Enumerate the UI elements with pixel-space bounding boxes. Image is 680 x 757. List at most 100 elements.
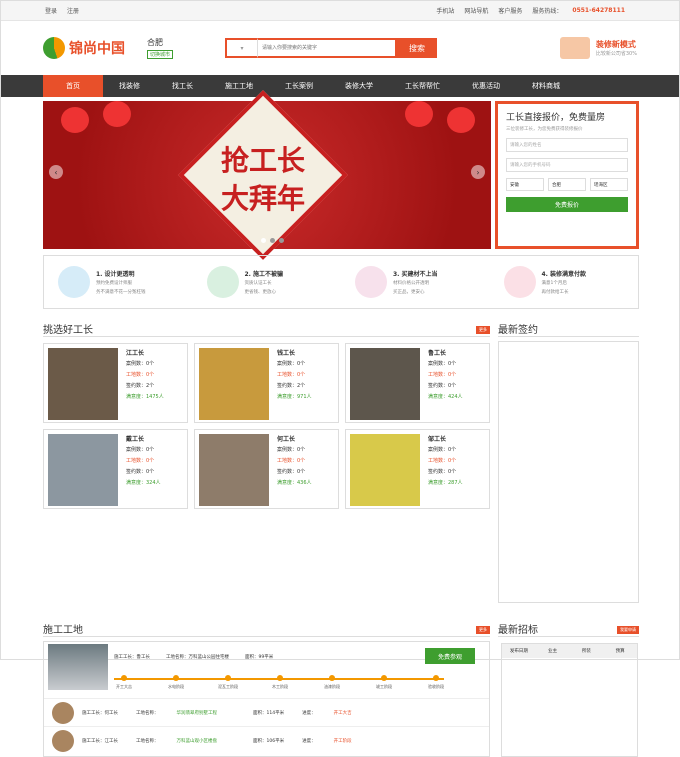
row-site-link[interactable]: 万科蓝山观小区楼盘 — [177, 739, 218, 744]
row-area: 面积：114平米 — [253, 710, 285, 716]
lantern-icon — [405, 101, 433, 127]
search-button[interactable]: 搜索 — [397, 38, 438, 58]
case-count: 案例数：0个 — [428, 447, 457, 453]
foreman-name: 鲁工长 — [428, 350, 447, 357]
satisfaction: 满意度：287人 — [428, 480, 463, 486]
nav-university[interactable]: 装修大学 — [329, 75, 389, 97]
nav-mall[interactable]: 材料商城 — [516, 75, 576, 97]
feature-title: 2. 施工不被骗 — [244, 270, 284, 278]
site-name: 工地名称：万科蓝山公园住宅楼 — [166, 655, 229, 660]
bid-table: 发布日期 业主 所装 预算 — [501, 643, 638, 757]
column-header: 预算 — [615, 649, 625, 654]
quote-subtitle: 三位装修工长，为您免费获得装修报价 — [506, 127, 583, 132]
mobile-link[interactable]: 手机站 — [436, 6, 454, 15]
foreman-name: 江工长 — [126, 350, 145, 357]
foreman-photo — [350, 434, 420, 506]
site-count: 工地数：0个 — [428, 372, 457, 378]
site-row[interactable]: 施工工长：何工长 工地名称： 华润翡翠府别墅工程 面积：114平米 进度： 开工大吉 — [44, 698, 489, 726]
free-quote-button[interactable]: 免费报价 — [506, 197, 628, 212]
foreman-card[interactable]: 何工长 案例数：0个 工地数：0个 签约数：0个 满意度：436人 — [194, 429, 339, 509]
province-select[interactable]: 安徽 — [506, 178, 544, 191]
logo-icon — [43, 37, 65, 59]
nav-find-foreman[interactable]: 找工长 — [156, 75, 209, 97]
latest-sign-list — [498, 341, 639, 603]
promo-banner[interactable]: 装修新模式 比较新公司省30% — [559, 37, 637, 59]
good-foreman-header: 挑选好工长 更多 — [43, 319, 490, 337]
foreman-card[interactable]: 江工长 案例数：0个 工地数：0个 签约数：2个 满意度：1475人 — [43, 343, 188, 423]
nav-help[interactable]: 工长帮帮忙 — [389, 75, 456, 97]
search-bar: ▾ 搜索 — [225, 38, 438, 58]
promo-subtitle: 比较新公司省30% — [595, 51, 637, 57]
nav-find-renovation[interactable]: 找装修 — [103, 75, 156, 97]
foreman-card[interactable]: 鲁工长 案例数：0个 工地数：0个 签约数：0个 满意度：424人 — [345, 343, 490, 423]
banner-line-1: 抢工长 — [221, 144, 306, 177]
login-link[interactable]: 登录 — [45, 6, 57, 15]
lantern-icon — [103, 101, 131, 127]
latest-sign-header: 最新签约 — [498, 319, 639, 337]
hotline-label: 服务热线： — [532, 8, 563, 15]
section-title: 最新招标 — [498, 625, 538, 636]
more-button[interactable]: 更多 — [476, 626, 490, 634]
section-title: 最新签约 — [498, 325, 538, 336]
satisfaction: 满意度：436人 — [277, 480, 312, 486]
feature-desc: 满意1个月后 — [541, 280, 567, 286]
satisfaction: 满意度：424人 — [428, 394, 463, 400]
foreman-card[interactable]: 钱工长 案例数：0个 工地数：0个 签约数：2个 满意度：971人 — [194, 343, 339, 423]
step-label: 验收阶段 — [416, 674, 456, 690]
foreman-card[interactable]: 邹工长 案例数：0个 工地数：0个 签约数：0个 满意度：287人 — [345, 429, 490, 509]
feature-title: 1. 设计更透明 — [96, 270, 135, 278]
apply-button[interactable]: 我要申请 — [617, 626, 639, 634]
nav-cases[interactable]: 工长案例 — [269, 75, 329, 97]
site-row[interactable]: 施工工长：江工长 工地名称： 万科蓝山观小区楼盘 面积：106平米 进度： 开工阶段 — [44, 726, 489, 754]
city-name: 合肥 — [147, 38, 163, 47]
service-link[interactable]: 客户服务 — [498, 6, 522, 15]
row-worker: 施工工长：江工长 — [82, 738, 118, 744]
nav-home[interactable]: 首页 — [43, 75, 103, 97]
step-label: 竣工阶段 — [364, 674, 404, 690]
nav-promotions[interactable]: 优惠活动 — [456, 75, 516, 97]
step-label: 水电阶段 — [156, 674, 196, 690]
sitemap-link[interactable]: 网站导航 — [464, 6, 488, 15]
phone-field[interactable]: 请输入您的手机号码 — [506, 158, 628, 172]
district-select[interactable]: 瑶海区 — [590, 178, 628, 191]
row-site-link[interactable]: 华润翡翠府别墅工程 — [177, 711, 218, 716]
promo-title: 装修新模式 — [595, 40, 636, 49]
site-count: 工地数：0个 — [277, 372, 306, 378]
search-input[interactable] — [257, 38, 398, 58]
latest-bid-header: 最新招标 我要申请 — [498, 619, 639, 637]
avatar — [52, 729, 74, 752]
city-selector[interactable]: 合肥 切换城市 — [147, 37, 174, 59]
visit-button[interactable]: 免费参观 — [425, 648, 475, 664]
lantern-icon — [61, 107, 89, 133]
step-label: 开工大吉 — [104, 674, 144, 690]
case-count: 案例数：0个 — [126, 361, 155, 367]
feature-strip: 1. 设计更透明 预约免费设计师服 务不满意不花一分冤枉钱 2. 施工不被骗 资质认证… — [43, 255, 639, 309]
prev-slide-icon[interactable]: ‹ — [49, 165, 63, 179]
next-slide-icon[interactable]: › — [471, 165, 485, 179]
column-header: 发布日期 — [509, 649, 528, 654]
switch-city-button[interactable]: 切换城市 — [147, 50, 174, 59]
feature-item: 4. 装修满意付款 满意1个月后 再付款给工长 — [490, 256, 639, 308]
name-field[interactable]: 请输入您的姓名 — [506, 138, 628, 152]
foreman-card[interactable]: 戴工长 案例数：0个 工地数：0个 签约数：0个 满意度：324人 — [43, 429, 188, 509]
sign-count: 签约数：0个 — [428, 469, 457, 475]
row-area: 面积：106平米 — [253, 738, 285, 744]
more-button[interactable]: 更多 — [476, 326, 490, 334]
section-title: 挑选好工长 — [43, 325, 93, 336]
page: 登录 注册 手机站 网站导航 客户服务 服务热线： 0551-64278111 … — [0, 0, 680, 757]
promo-icon — [559, 37, 590, 59]
register-link[interactable]: 注册 — [67, 6, 79, 15]
column-header: 所装 — [581, 649, 591, 654]
foreman-name: 何工长 — [277, 436, 296, 443]
search-type-dropdown[interactable]: ▾ — [225, 38, 258, 58]
site-panel: 施工工长：鲁工长 工地名称：万科蓝山公园住宅楼 面积：99平米 免费参观 开工大… — [43, 641, 490, 757]
slide-dots[interactable] — [261, 238, 284, 243]
logo[interactable]: 锦尚中国 — [43, 33, 129, 63]
city-select[interactable]: 合肥 — [548, 178, 586, 191]
sign-count: 签约数：0个 — [428, 383, 457, 389]
banner-line-2: 大拜年 — [221, 182, 306, 215]
hero-banner[interactable]: 抢工长 大拜年 ‹ › — [43, 90, 491, 260]
site-photo — [48, 644, 108, 690]
row-status: 开工大吉 — [333, 710, 352, 716]
feature-title: 3. 买建材不上当 — [393, 270, 438, 278]
